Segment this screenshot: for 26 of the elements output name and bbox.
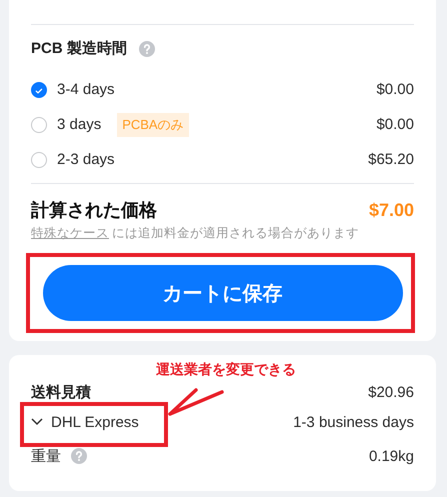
caret-icon bbox=[31, 418, 43, 426]
help-icon[interactable] bbox=[138, 40, 155, 56]
section-title: 送料見積 bbox=[31, 384, 91, 400]
price-text: $0.00 bbox=[376, 116, 414, 133]
total-price: $7.00 bbox=[368, 200, 414, 220]
option-label: 3 days bbox=[57, 116, 102, 133]
price-text: $20.96 bbox=[368, 384, 414, 401]
price-text: $0.00 bbox=[376, 81, 414, 98]
weight-label: 重量 bbox=[31, 446, 61, 466]
option-label: 2-3 days bbox=[57, 151, 115, 168]
radio-button[interactable] bbox=[31, 82, 47, 98]
option-label: 3-4 days bbox=[57, 81, 115, 98]
total-label: 計算された価格 bbox=[31, 199, 157, 222]
note-link[interactable]: 特殊なケース bbox=[31, 226, 109, 240]
save-button[interactable]: カートに保存 bbox=[42, 265, 402, 321]
radio-button[interactable] bbox=[31, 152, 47, 168]
weight-text: 0.19kg bbox=[368, 448, 414, 464]
note-text: には追加料金が適用される場合があります bbox=[112, 226, 359, 240]
option-tag: PCBAのみ bbox=[117, 112, 189, 136]
radio-button[interactable] bbox=[31, 116, 47, 132]
carrier-dropdown[interactable]: DHL Express bbox=[31, 414, 139, 430]
help-icon[interactable] bbox=[71, 448, 87, 464]
annotation-text: 運送業者を変更できる bbox=[156, 361, 296, 379]
section-title: PCB 製造時間 bbox=[31, 39, 127, 58]
delivery-text: 1-3 business days bbox=[293, 414, 414, 430]
price-text: $65.20 bbox=[368, 151, 414, 168]
